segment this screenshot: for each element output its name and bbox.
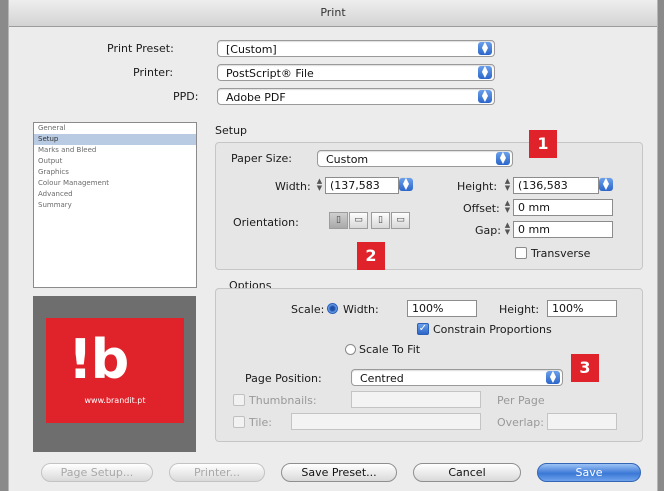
- offset-stepper-icon[interactable]: ▲ ▼: [503, 200, 512, 215]
- popup-arrows-icon: ▲ ▼: [478, 89, 492, 103]
- overlap-label: Overlap:: [497, 416, 544, 429]
- print-preset-popup[interactable]: [Custom] ▲ ▼: [217, 40, 495, 57]
- orientation-label: Orientation:: [233, 216, 299, 229]
- scale-height-field[interactable]: 100%: [547, 300, 617, 317]
- save-button[interactable]: Save: [537, 463, 641, 482]
- annotation-badge-1: 1: [529, 130, 557, 158]
- gap-label: Gap:: [475, 224, 501, 237]
- popup-arrows-icon: ▲ ▼: [399, 177, 413, 191]
- paper-size-label: Paper Size:: [231, 152, 292, 165]
- page-setup-button[interactable]: Page Setup...: [41, 463, 153, 482]
- offset-field[interactable]: 0 mm: [513, 199, 613, 216]
- category-list: General Setup Marks and Bleed Output Gra…: [33, 122, 197, 288]
- category-item-colour-management[interactable]: Colour Management: [34, 178, 196, 189]
- tile-checkbox[interactable]: [233, 416, 245, 428]
- print-dialog: Print Print Preset: [Custom] ▲ ▼ Printer:…: [8, 0, 658, 491]
- printer-button[interactable]: Printer...: [169, 463, 265, 482]
- category-item-marks-and-bleed[interactable]: Marks and Bleed: [34, 145, 196, 156]
- scale-label: Scale:: [291, 303, 325, 316]
- orientation-portrait-button[interactable]: ▯: [329, 212, 348, 229]
- ppd-value: Adobe PDF: [226, 91, 286, 104]
- annotation-badge-2: 2: [357, 242, 385, 270]
- category-item-graphics[interactable]: Graphics: [34, 167, 196, 178]
- printer-label: Printer:: [133, 66, 174, 79]
- gap-field[interactable]: 0 mm: [513, 221, 613, 238]
- scale-width-label: Width:: [343, 303, 379, 316]
- category-item-output[interactable]: Output: [34, 156, 196, 167]
- height-field[interactable]: (136,583: [513, 177, 599, 194]
- annotation-badge-3: 3: [571, 354, 599, 382]
- ppd-label: PPD:: [173, 90, 199, 103]
- page-position-popup[interactable]: Centred ▲ ▼: [351, 369, 563, 386]
- scale-to-fit-radio[interactable]: [345, 344, 356, 355]
- tile-popup[interactable]: [291, 413, 481, 430]
- page-position-label: Page Position:: [245, 372, 322, 385]
- scale-to-fit-label: Scale To Fit: [359, 343, 421, 356]
- orientation-landscape-button[interactable]: ▭: [349, 212, 368, 229]
- height-stepper-icon[interactable]: ▲ ▼: [503, 178, 512, 193]
- width-stepper-icon[interactable]: ▲ ▼: [315, 178, 324, 193]
- print-preset-label: Print Preset:: [107, 42, 174, 55]
- scale-width-field[interactable]: 100%: [407, 300, 477, 317]
- popup-arrows-icon: ▲ ▼: [478, 41, 492, 55]
- popup-arrows-icon: ▲ ▼: [599, 177, 613, 191]
- width-unit-popup[interactable]: ▲ ▼: [399, 177, 413, 194]
- brand-logo: !b www.brandit.pt: [46, 318, 184, 423]
- thumbnails-checkbox[interactable]: [233, 394, 245, 406]
- setup-heading: Setup: [215, 124, 248, 137]
- popup-arrows-icon: ▲ ▼: [496, 151, 510, 165]
- constrain-proportions-label: Constrain Proportions: [433, 323, 552, 336]
- scale-width-radio[interactable]: [327, 303, 338, 314]
- scale-height-label: Height:: [499, 303, 540, 316]
- width-field[interactable]: (137,583: [325, 177, 399, 194]
- brand-logo-url: www.brandit.pt: [84, 396, 146, 405]
- width-label: Width:: [275, 180, 311, 193]
- popup-arrows-icon: ▲ ▼: [478, 65, 492, 79]
- category-item-advanced[interactable]: Advanced: [34, 189, 196, 200]
- offset-label: Offset:: [463, 202, 500, 215]
- height-label: Height:: [457, 180, 498, 193]
- brand-logo-mark: !b: [68, 328, 129, 391]
- window-title: Print: [9, 0, 657, 27]
- print-preset-value: [Custom]: [226, 43, 277, 56]
- gap-stepper-icon[interactable]: ▲ ▼: [503, 222, 512, 237]
- page-position-value: Centred: [360, 372, 404, 385]
- ppd-popup[interactable]: Adobe PDF ▲ ▼: [217, 88, 495, 105]
- orientation-reverse-landscape-button[interactable]: ▭: [391, 212, 410, 229]
- per-page-label: Per Page: [497, 394, 545, 407]
- transverse-checkbox[interactable]: [515, 247, 527, 259]
- tile-label: Tile:: [249, 416, 272, 429]
- preview-area: !b www.brandit.pt: [33, 296, 196, 452]
- constrain-proportions-checkbox[interactable]: ✓: [417, 323, 429, 335]
- category-item-setup[interactable]: Setup: [34, 134, 196, 145]
- transverse-label: Transverse: [531, 247, 591, 260]
- thumbnails-label: Thumbnails:: [249, 394, 317, 407]
- orientation-reverse-portrait-button[interactable]: ▯: [371, 212, 390, 229]
- printer-popup[interactable]: PostScript® File ▲ ▼: [217, 64, 495, 81]
- popup-arrows-icon: ▲ ▼: [546, 370, 560, 384]
- cancel-button[interactable]: Cancel: [413, 463, 521, 482]
- category-item-general[interactable]: General: [34, 123, 196, 134]
- height-unit-popup[interactable]: ▲ ▼: [599, 177, 613, 194]
- category-item-summary[interactable]: Summary: [34, 200, 196, 211]
- overlap-field[interactable]: [547, 413, 617, 430]
- paper-size-value: Custom: [326, 153, 369, 166]
- save-preset-button[interactable]: Save Preset...: [281, 463, 397, 482]
- printer-value: PostScript® File: [226, 67, 314, 80]
- thumbnails-per-page-popup[interactable]: [351, 391, 481, 408]
- paper-size-popup[interactable]: Custom ▲ ▼: [317, 150, 513, 167]
